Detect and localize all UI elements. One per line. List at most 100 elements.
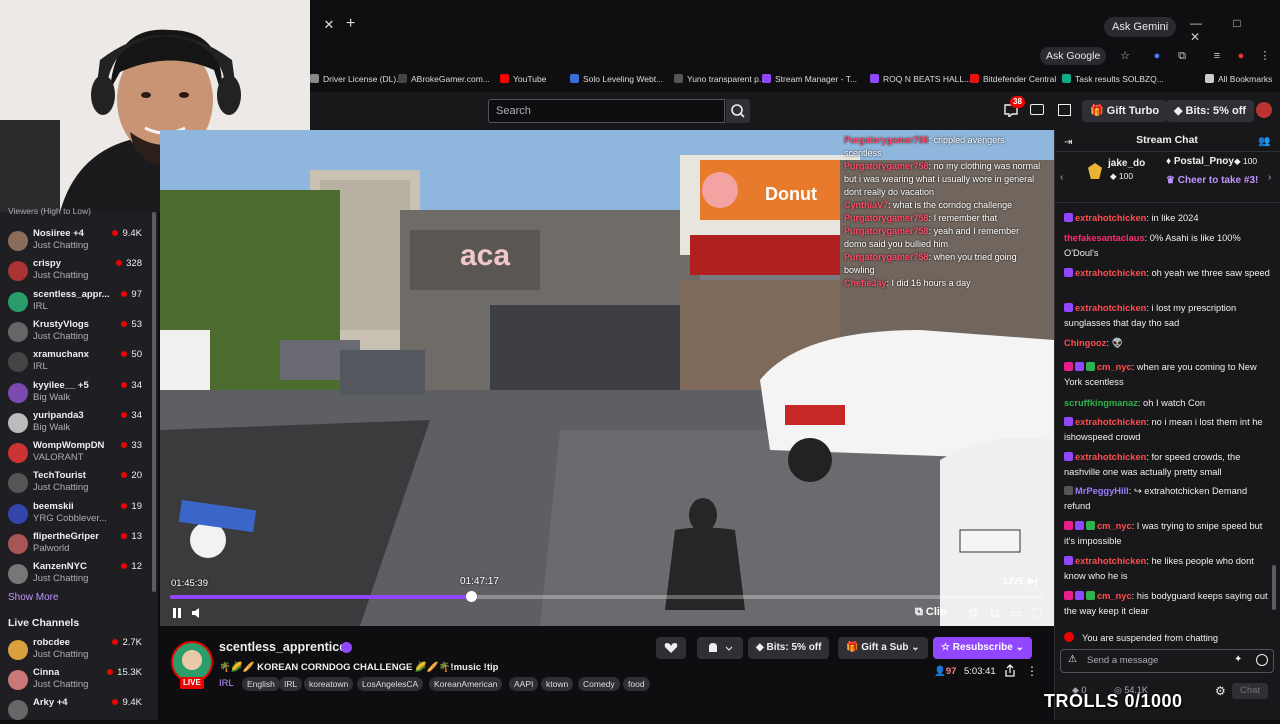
window-controls[interactable]: — □ ✕ [1190,16,1280,44]
share-icon[interactable] [1004,664,1016,678]
gift-turbo-button[interactable]: 🎁 Gift Turbo [1082,100,1168,122]
new-tab-icon[interactable]: + [346,16,360,32]
extension-icon[interactable]: ● [1150,49,1164,63]
bits-offer-button[interactable]: ◆ Bits: 5% off [1166,100,1255,122]
ask-gemini-button[interactable]: Ask Gemini [1104,17,1177,37]
chat-username[interactable]: thefakesantaclaus [1064,233,1145,243]
sidebar-channel[interactable]: kyyilee__ +5 Big Walk 34 [0,377,150,407]
pause-icon[interactable] [170,606,184,620]
puzzle-icon[interactable]: ⧉ [1175,49,1189,63]
notification-bell-button[interactable] [697,637,743,659]
gift-sub-button[interactable]: 🎁 Gift a Sub ⌄ [838,637,928,659]
sidebar-channel[interactable]: Nosiiree +4 Just Chatting 9.4K [0,225,150,255]
cheer-prompt[interactable]: ♛ Cheer to take #3! [1166,175,1258,186]
stream-tag[interactable]: LosAngelesCA [357,677,424,691]
chat-send-button[interactable]: Chat [1232,683,1268,699]
volume-icon[interactable] [190,606,204,620]
chat-username[interactable]: extrahotchicken [1075,268,1146,278]
chat-username[interactable]: extrahotchicken [1075,556,1146,566]
bookmark-item[interactable]: YouTube [500,74,546,84]
more-options-icon[interactable]: ⋮ [1026,664,1038,678]
emote-icon[interactable] [1256,654,1268,666]
picture-in-picture-icon[interactable]: ⧉ [988,606,1002,620]
sidebar-channel[interactable]: KanzenNYC Just Chatting 12 [0,558,150,588]
stream-tag[interactable]: IRL [279,677,303,691]
chat-username[interactable]: cm_nyc [1097,362,1132,372]
chat-username[interactable]: MrPeggyHill [1075,486,1129,496]
user-avatar[interactable] [1256,102,1272,118]
search-button[interactable] [726,99,750,123]
chat-username[interactable]: extrahotchicken [1075,303,1146,313]
sidebar-channel[interactable]: yuripanda3 Big Walk 34 [0,407,150,437]
menu-icon[interactable]: ⋮ [1258,49,1272,63]
activity-icon[interactable] [1058,104,1071,116]
sidebar-channel[interactable]: KrustyVlogs Just Chatting 53 [0,316,150,346]
bookmark-favicon-icon [310,74,319,83]
community-icon[interactable]: 👥 [1258,136,1270,148]
resubscribe-button[interactable]: ☆ Resubscribe ⌄ [933,637,1032,659]
sidebar-scrollbar[interactable] [152,212,156,592]
clip-button[interactable]: ⧉ Clip [915,606,947,619]
chat-username[interactable]: scruffkingmanaz [1064,398,1138,408]
tab-close-icon[interactable]: ✕ [322,18,336,32]
magic-wand-icon[interactable]: ✦ [1234,654,1242,665]
star-icon[interactable]: ☆ [1118,49,1132,63]
sidebar-channel[interactable]: scentless_appr... IRL 97 [0,286,150,316]
chat-username[interactable]: extrahotchicken [1075,417,1146,427]
chat-username[interactable]: cm_nyc [1097,521,1132,531]
stream-tag[interactable]: koreatown [304,677,354,691]
chat-scrollbar[interactable] [1272,565,1276,610]
search-input[interactable]: Search [488,99,725,123]
stream-tag[interactable]: Comedy [578,677,620,691]
whispers-icon[interactable] [1030,104,1044,115]
chat-username[interactable]: Chingooz [1064,338,1106,348]
sidebar-channel[interactable]: Cinna Just Chatting 15.3K [0,664,150,694]
profile-icon[interactable]: ● [1234,49,1248,63]
bookmark-item[interactable]: ABrokeGamer.com... [398,74,490,84]
show-more-link[interactable]: Show More [8,592,59,603]
stream-tag[interactable]: AAPI [509,677,539,691]
sidebar-channel[interactable]: TechTourist Just Chatting 20 [0,467,150,497]
sidebar-channel[interactable]: xramuchanx IRL 50 [0,346,150,376]
seek-handle[interactable] [466,591,477,602]
stream-tag[interactable]: KoreanAmerican [429,677,503,691]
bookmark-item[interactable]: All Bookmarks [1205,74,1272,84]
chat-settings-icon[interactable]: ⚙ [1215,684,1226,698]
seek-bar[interactable] [170,595,1044,599]
follow-button[interactable] [656,637,686,659]
bits-icon[interactable]: ⚠ [1068,655,1078,665]
channel-name: Arky +4 [33,697,68,708]
sidebar-channel[interactable]: crispy Just Chatting 328 [0,255,150,285]
leaderboard-prev-icon[interactable]: ‹ [1060,172,1063,183]
chat-badge-icon [1086,591,1095,600]
overlay-chat-text: I did 16 hours a day [891,278,971,288]
bookmark-item[interactable]: Task results SOLBZQ... [1062,74,1164,84]
chat-badge-icon [1075,591,1084,600]
stream-tag[interactable]: ktown [541,677,574,691]
sidebar-channel[interactable]: robcdee Just Chatting 2.7K [0,634,150,664]
bookmark-item[interactable]: Driver License (DL)... [310,74,403,84]
theatre-mode-icon[interactable]: ▭ [1009,606,1023,620]
bookmark-item[interactable]: Bitdefender Central [970,74,1056,84]
sidebar-channel[interactable]: fliperthеGriper Palworld 13 [0,528,150,558]
bookmark-item[interactable]: Yuno transparent p... [674,74,766,84]
bookmark-item[interactable]: Stream Manager - T... [762,74,857,84]
sidebar-channel[interactable]: beemskii YRG Cobblever... 19 [0,498,150,528]
ask-google-button[interactable]: Ask Google [1040,47,1107,65]
stream-tag[interactable]: food [623,677,650,691]
bookmark-item[interactable]: ROQ N BEATS HALL... [870,74,971,84]
chat-username[interactable]: extrahotchicken [1075,213,1146,223]
video-player[interactable]: aca Donut Purgatorygamer758: crippled av… [160,130,1054,626]
stream-category[interactable]: IRL [219,678,234,689]
sidebar-channel[interactable]: WompWompDN VALORANT 33 [0,437,150,467]
stream-tag[interactable]: English [242,677,280,691]
leaderboard-next-icon[interactable]: › [1268,172,1271,183]
fullscreen-icon[interactable]: ⛶ [1030,606,1044,620]
chat-username[interactable]: extrahotchicken [1075,452,1146,462]
bookmark-item[interactable]: Solo Leveling Webt... [570,74,663,84]
bits-button[interactable]: ◆ Bits: 5% off [748,637,830,659]
settings-gear-icon[interactable]: ⚙ [966,606,980,620]
chat-username[interactable]: cm_nyc [1097,591,1132,601]
media-icon[interactable]: ≡ [1210,49,1224,63]
streamer-name[interactable]: scentless_apprentice [219,640,346,654]
